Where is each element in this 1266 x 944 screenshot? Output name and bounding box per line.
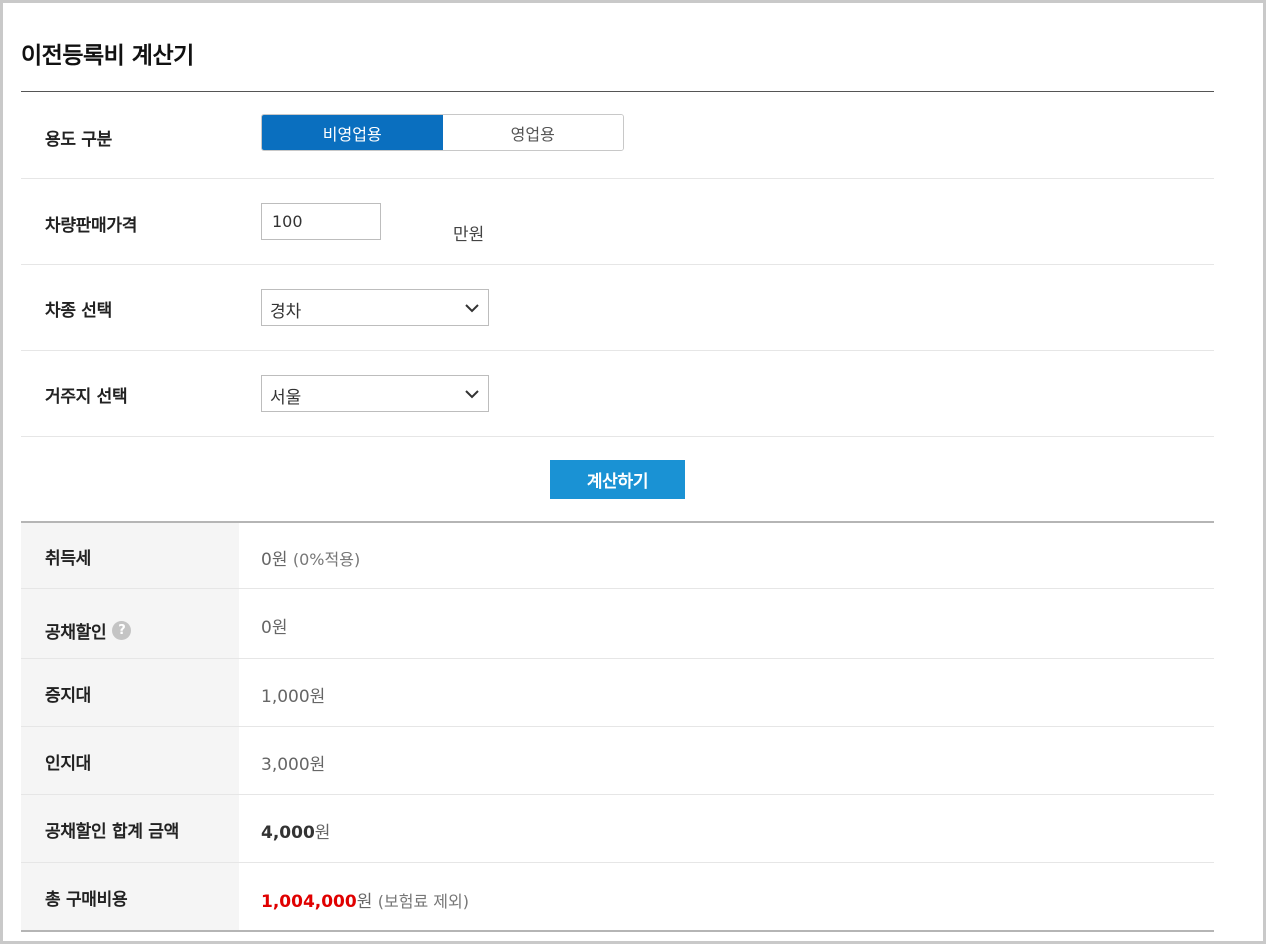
result-row-acquisition-tax: 취득세 0원 (0%적용) xyxy=(21,523,1214,589)
total-currency: 원 xyxy=(356,892,373,912)
acquisition-tax-value: 0원 (0%적용) xyxy=(261,545,360,570)
acquisition-tax-amount: 0원 xyxy=(261,550,288,570)
chevron-down-icon xyxy=(465,390,479,399)
car-type-value: 경차 xyxy=(270,302,302,322)
usage-option-non-commercial[interactable]: 비영업용 xyxy=(262,115,443,150)
result-row-bond-discount: 공채할인 ? 0원 xyxy=(21,589,1214,659)
acquisition-tax-label: 취득세 xyxy=(45,549,92,569)
bond-total-currency: 원 xyxy=(314,823,331,843)
residence-value: 서울 xyxy=(270,388,302,408)
chevron-down-icon xyxy=(465,304,479,313)
usage-option-commercial[interactable]: 영업용 xyxy=(442,115,623,150)
total-note: (보험료 제외) xyxy=(377,892,469,911)
stamp-fee-value: 3,000원 xyxy=(261,755,326,775)
help-icon[interactable]: ? xyxy=(112,621,132,640)
result-row-bond-total: 공채할인 합계 금액 4,000원 xyxy=(21,795,1214,863)
page-title: 이전등록비 계산기 xyxy=(21,43,194,69)
bond-total-value: 4,000원 xyxy=(261,818,330,843)
usage-label: 용도 구분 xyxy=(45,130,112,150)
price-label: 차량판매가격 xyxy=(45,216,138,236)
car-type-select[interactable]: 경차 xyxy=(261,289,489,326)
bond-discount-label: 공채할인 xyxy=(45,623,107,643)
usage-toggle: 비영업용 영업용 xyxy=(261,114,624,151)
residence-select[interactable]: 서울 xyxy=(261,375,489,412)
residence-label: 거주지 선택 xyxy=(45,387,128,407)
bond-discount-value: 0원 xyxy=(261,618,288,638)
usage-row: 용도 구분 비영업용 영업용 xyxy=(21,92,1214,179)
certificate-fee-value: 1,000원 xyxy=(261,687,326,707)
bond-discount-label-group: 공채할인 ? xyxy=(45,618,132,643)
residence-row: 거주지 선택 서울 xyxy=(21,351,1214,437)
price-unit: 만원 xyxy=(453,225,485,245)
car-type-row: 차종 선택 경차 xyxy=(21,265,1214,351)
bond-total-label: 공채할인 합계 금액 xyxy=(45,822,179,842)
stamp-fee-label: 인지대 xyxy=(45,754,92,774)
bottom-divider xyxy=(21,930,1214,932)
total-value: 1,004,000원 (보험료 제외) xyxy=(261,887,469,912)
calculate-button[interactable]: 계산하기 xyxy=(550,460,685,499)
certificate-fee-label: 증지대 xyxy=(45,686,92,706)
price-row: 차량판매가격 만원 xyxy=(21,179,1214,265)
bond-total-amount: 4,000 xyxy=(261,823,315,843)
total-label: 총 구매비용 xyxy=(45,890,128,910)
result-row-certificate-fee: 증지대 1,000원 xyxy=(21,659,1214,727)
price-input[interactable] xyxy=(261,203,381,240)
result-row-stamp-fee: 인지대 3,000원 xyxy=(21,727,1214,795)
acquisition-tax-note: (0%적용) xyxy=(292,550,361,569)
total-amount: 1,004,000 xyxy=(261,892,357,912)
car-type-label: 차종 선택 xyxy=(45,301,112,321)
result-row-total: 총 구매비용 1,004,000원 (보험료 제외) xyxy=(21,863,1214,930)
